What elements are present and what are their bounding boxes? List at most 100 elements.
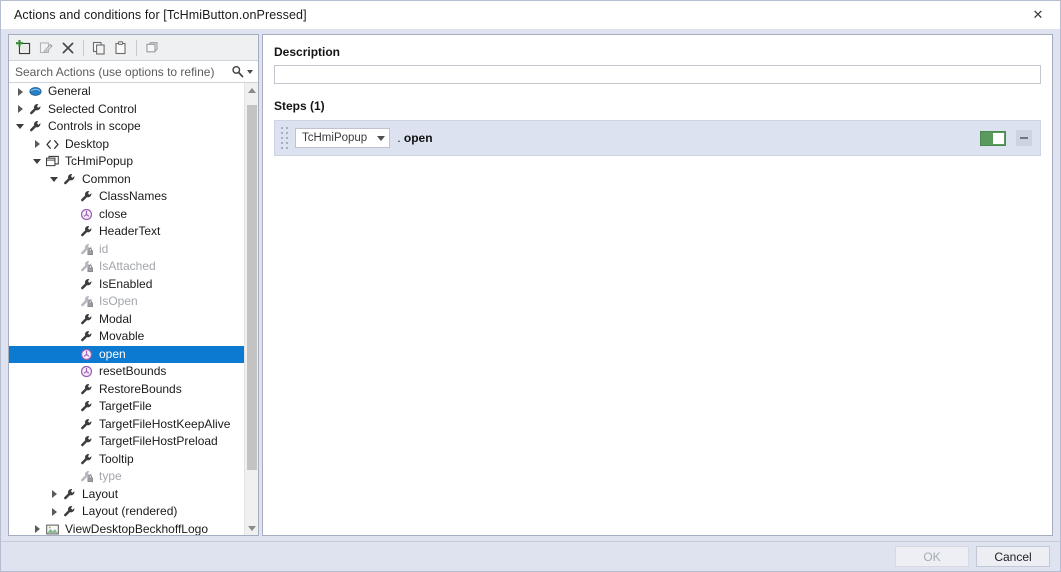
- wrench-lock-icon: [80, 243, 93, 255]
- tree-item-label: Selected Control: [48, 101, 137, 116]
- method-icon-wrap: [78, 346, 94, 362]
- tree-expander-collapsed[interactable]: [13, 105, 27, 114]
- tree-vertical-scrollbar[interactable]: [244, 83, 258, 535]
- tree-item-type[interactable]: type: [9, 468, 244, 486]
- group-button[interactable]: [141, 37, 163, 59]
- tree-item-close[interactable]: close: [9, 206, 244, 224]
- tree-item-classnames[interactable]: ClassNames: [9, 188, 244, 206]
- tree-item-common[interactable]: Common: [9, 171, 244, 189]
- scroll-up-button[interactable]: [245, 83, 258, 97]
- wrench-icon: [80, 278, 91, 290]
- edit-action-button[interactable]: [35, 37, 57, 59]
- tree-expander-collapsed[interactable]: [47, 507, 61, 516]
- step-target-select[interactable]: TcHmiPopup: [295, 128, 391, 148]
- tree-item-layout-rendered[interactable]: Layout (rendered): [9, 503, 244, 521]
- tree-item-isenabled[interactable]: IsEnabled: [9, 276, 244, 294]
- tree-item-general[interactable]: General: [9, 83, 244, 101]
- tree-item-tchmipopup[interactable]: TcHmiPopup: [9, 153, 244, 171]
- tree-expander-expanded[interactable]: [47, 176, 61, 182]
- drag-dots: [280, 127, 288, 149]
- wrench-icon-wrap: [78, 311, 94, 327]
- wrench-lock-icon-wrap: [78, 241, 94, 257]
- description-input[interactable]: [274, 65, 1041, 84]
- step-row: TcHmiPopup. open: [274, 120, 1041, 156]
- tree-item-controls-in-scope[interactable]: Controls in scope: [9, 118, 244, 136]
- wrench-icon-wrap: [78, 416, 94, 432]
- method-icon: [80, 366, 92, 378]
- tree-item-layout[interactable]: Layout: [9, 486, 244, 504]
- tree-item-desktop[interactable]: Desktop: [9, 136, 244, 154]
- close-x-icon: [62, 42, 74, 53]
- remove-step-button[interactable]: [1016, 130, 1032, 146]
- tree-item-modal[interactable]: Modal: [9, 311, 244, 329]
- tree-item-isopen[interactable]: IsOpen: [9, 293, 244, 311]
- tree-expander-collapsed[interactable]: [47, 490, 61, 499]
- wrench-icon: [80, 401, 91, 412]
- search-button[interactable]: [231, 65, 258, 78]
- actions-tree[interactable]: General Selected Control Controls in scope…: [9, 83, 244, 535]
- wrench-icon-wrap: [78, 189, 94, 205]
- code-icon: [45, 139, 59, 149]
- tree-item-label: TcHmiPopup: [65, 154, 134, 169]
- wrench-icon: [80, 453, 91, 465]
- tree-expander-expanded[interactable]: [13, 124, 27, 130]
- close-button[interactable]: ✕: [1016, 1, 1060, 29]
- wrench-icon-wrap: [78, 224, 94, 240]
- scroll-down-button[interactable]: [245, 521, 258, 535]
- chevron-down-icon: [377, 135, 386, 141]
- paste-button[interactable]: [110, 37, 132, 59]
- tree-item-label: id: [99, 241, 109, 256]
- tree-item-isattached[interactable]: IsAttached: [9, 258, 244, 276]
- ok-button[interactable]: OK: [895, 546, 969, 567]
- wrench-lock-icon-wrap: [78, 469, 94, 485]
- tree-expander-collapsed[interactable]: [30, 140, 44, 149]
- wrench-lock-icon: [80, 471, 93, 483]
- wrench-icon-wrap: [78, 381, 94, 397]
- popup-icon-wrap: [44, 154, 60, 170]
- wrench-icon: [80, 226, 91, 237]
- delete-action-button[interactable]: [57, 37, 79, 59]
- tree-item-movable[interactable]: Movable: [9, 328, 244, 346]
- chevron-down-icon: [247, 69, 253, 74]
- tree-item-tooltip[interactable]: Tooltip: [9, 451, 244, 469]
- scrollbar-thumb[interactable]: [247, 105, 257, 471]
- tree-item-restorebounds[interactable]: RestoreBounds: [9, 381, 244, 399]
- step-enable-toggle[interactable]: [980, 130, 1006, 146]
- tree-expander-collapsed[interactable]: [30, 525, 44, 534]
- wrench-icon-wrap: [78, 329, 94, 345]
- tree-item-label: Controls in scope: [48, 119, 141, 134]
- cancel-button[interactable]: Cancel: [976, 546, 1050, 567]
- tree-item-label: type: [99, 469, 122, 484]
- tree-item-resetbounds[interactable]: resetBounds: [9, 363, 244, 381]
- tree-item-targetfilehostkeepalive[interactable]: TargetFileHostKeepAlive: [9, 416, 244, 434]
- tree-item-label: TargetFileHostKeepAlive: [99, 416, 231, 431]
- tree-item-headertext[interactable]: HeaderText: [9, 223, 244, 241]
- tree-item-selected-control[interactable]: Selected Control: [9, 101, 244, 119]
- tree-item-targetfilehostpreload[interactable]: TargetFileHostPreload: [9, 433, 244, 451]
- drag-handle-icon[interactable]: [275, 121, 293, 155]
- wrench-lock-icon-wrap: [78, 259, 94, 275]
- tree-item-label: General: [48, 84, 91, 99]
- edit-action-icon: [39, 41, 53, 53]
- tree-item-id[interactable]: id: [9, 241, 244, 259]
- tree-expander-collapsed[interactable]: [13, 87, 27, 96]
- tree-item-label: resetBounds: [99, 364, 167, 379]
- tree-item-label: open: [99, 346, 126, 361]
- tree-expander-expanded[interactable]: [30, 159, 44, 165]
- copy-button[interactable]: [88, 37, 110, 59]
- description-label: Description: [274, 45, 341, 59]
- expand-arrow-icon: [17, 105, 23, 114]
- steps-list: TcHmiPopup. open: [274, 120, 1041, 156]
- tree-item-viewdesktopbeckhofflogo[interactable]: ViewDesktopBeckhoffLogo: [9, 521, 244, 535]
- dialog-footer: OK Cancel: [1, 541, 1060, 571]
- tree-item-open[interactable]: open: [9, 345, 244, 363]
- actions-conditions-dialog: Actions and conditions for [TcHmiButton.…: [0, 0, 1061, 572]
- tree-item-label: Modal: [99, 311, 132, 326]
- image-icon-wrap: [44, 521, 60, 535]
- new-action-button[interactable]: [13, 37, 35, 59]
- wrench-icon: [80, 331, 91, 342]
- wrench-icon: [80, 191, 91, 202]
- tree-item-targetfile[interactable]: TargetFile: [9, 398, 244, 416]
- search-input[interactable]: [9, 63, 231, 80]
- tree-item-label: ViewDesktopBeckhoffLogo: [65, 521, 208, 535]
